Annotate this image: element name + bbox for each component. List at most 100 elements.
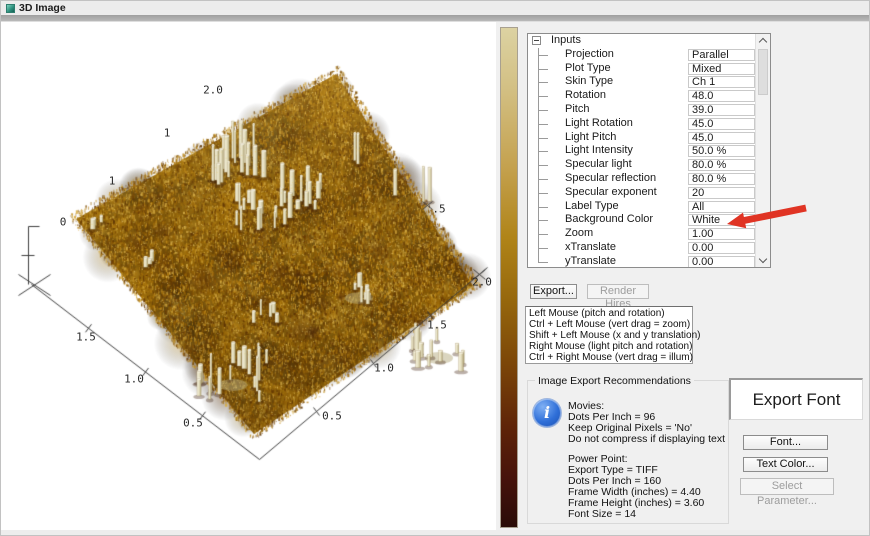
export-button[interactable]: Export... [530,284,577,299]
property-label: Light Intensity [565,144,633,158]
scrollbar[interactable] [755,34,770,267]
property-label: Background Color [565,213,653,227]
property-value-field[interactable]: 48.0 [688,90,755,102]
property-label: Projection [565,48,614,62]
surface-plot-pane: 2.0110.51.51.00.50.51.01.52.0 [1,22,496,536]
surface-3d-view[interactable] [1,22,496,536]
property-grid: Inputs Projection Parallel Plot Type Mixed S… [527,33,771,268]
tree-branch-icon [538,124,548,125]
mouse-help-line: Left Mouse (pitch and rotation) [529,308,689,319]
property-value-field[interactable]: Ch 1 [688,76,755,88]
property-label: Pitch [565,103,589,117]
property-value-field[interactable]: Parallel [688,49,755,61]
property-label: yTranslate [565,255,616,268]
group-label: Inputs [551,34,581,48]
info-icon: i [533,399,561,427]
app-icon [6,4,15,13]
axis-tick-label: 1.5 [427,319,447,332]
property-row: Specular light 80.0 % [528,158,755,172]
property-value-field[interactable]: 80.0 % [688,173,755,185]
axis-tick-label: 1.5 [76,331,96,344]
property-label: Plot Type [565,62,611,76]
bottom-strip [1,530,870,536]
property-value-field[interactable]: 0.00 [688,242,755,254]
axis-tick-label: 2.0 [203,84,223,97]
axis-tick-label: 0 [60,216,67,229]
property-value-field[interactable]: 1.00 [688,228,755,240]
property-value-field[interactable]: Mixed [688,63,755,75]
scroll-down-icon[interactable] [759,255,767,263]
tree-branch-icon [538,234,548,235]
recommendation-line: Font Size = 14 [568,509,725,520]
property-label: xTranslate [565,241,616,255]
property-row: yTranslate 0.00 [528,255,755,268]
property-label: Specular exponent [565,186,657,200]
axis-tick-label: 1.0 [124,373,144,386]
property-row: Plot Type Mixed [528,62,755,76]
collapse-icon[interactable] [532,36,541,45]
property-value-field[interactable]: All [688,201,755,213]
property-value-field[interactable]: 80.0 % [688,159,755,171]
mouse-help-line: Right Mouse (light pitch and rotation) [529,341,689,352]
tree-branch-icon [538,248,548,249]
mouse-help-box: Left Mouse (pitch and rotation)Ctrl + Le… [525,306,693,364]
property-row: Projection Parallel [528,48,755,62]
property-value-field[interactable]: 45.0 [688,132,755,144]
title-bar: 3D Image [1,1,870,15]
tree-branch-icon [538,82,548,83]
property-group-header: Inputs [528,34,755,48]
axis-tick-label: 0.5 [322,410,342,423]
property-row: Label Type All [528,200,755,214]
axis-tick-label: 1 [164,127,171,140]
window-title: 3D Image [19,1,66,15]
mouse-help-line: Ctrl + Left Mouse (vert drag = zoom) [529,319,689,330]
property-row: Zoom 1.00 [528,227,755,241]
property-value-field[interactable]: 20 [688,187,755,199]
tree-branch-icon [538,207,548,208]
export-recommendations-group: Image Export Recommendations i Movies:Do… [527,380,729,524]
axis-tick-label: 0.5 [183,417,203,430]
property-label: Rotation [565,89,606,103]
group-title: Image Export Recommendations [535,375,694,387]
3d-image-window: 3D Image 2.0110.51.51.00.50.51.01.52.0 I… [0,0,870,536]
property-row: Rotation 48.0 [528,89,755,103]
property-value-field[interactable]: 50.0 % [688,145,755,157]
property-label: Specular light [565,158,632,172]
height-colorbar [500,27,518,528]
mouse-help-line: Ctrl + Right Mouse (vert drag = illum) [529,352,689,363]
tree-branch-icon [538,55,548,56]
property-label: Light Pitch [565,131,616,145]
property-value-field[interactable]: 39.0 [688,104,755,116]
axis-tick-label: 2.0 [472,276,492,289]
font-button[interactable]: Font... [743,435,828,450]
render-hires-button[interactable]: Render Hires [587,284,649,299]
property-row: Pitch 39.0 [528,103,755,117]
tree-branch-icon [538,138,548,139]
scrollbar-thumb[interactable] [758,49,768,95]
property-value-field[interactable]: 0.00 [688,256,755,268]
property-row: xTranslate 0.00 [528,241,755,255]
mouse-help-line: Shift + Left Mouse (x and y translation) [529,330,689,341]
tree-branch-icon [538,96,548,97]
export-font-preview: Export Font [729,378,863,420]
select-parameter-button[interactable]: Select Parameter... [740,478,834,495]
property-row: Specular reflection80.0 % [528,172,755,186]
tree-branch-icon [538,193,548,194]
property-label: Light Rotation [565,117,633,131]
tree-branch-icon [538,69,548,70]
scroll-up-icon[interactable] [759,38,767,46]
recommendation-text: Movies:Dots Per Inch = 96Keep Original P… [568,401,725,520]
recommendation-line: Do not compress if displaying text [568,434,725,445]
tree-branch-icon [538,110,548,111]
property-value-field[interactable]: 45.0 [688,118,755,130]
property-label: Zoom [565,227,593,241]
property-value-field[interactable]: White [688,214,755,226]
property-label: Skin Type [565,75,613,89]
tree-branch-icon [538,179,548,180]
text-color-button[interactable]: Text Color... [743,457,828,472]
axis-tick-label: 1 [109,175,116,188]
property-row: Light Pitch 45.0 [528,131,755,145]
property-row: Background Color White [528,213,755,227]
property-row: Light Intensity 50.0 % [528,144,755,158]
property-label: Label Type [565,200,619,214]
